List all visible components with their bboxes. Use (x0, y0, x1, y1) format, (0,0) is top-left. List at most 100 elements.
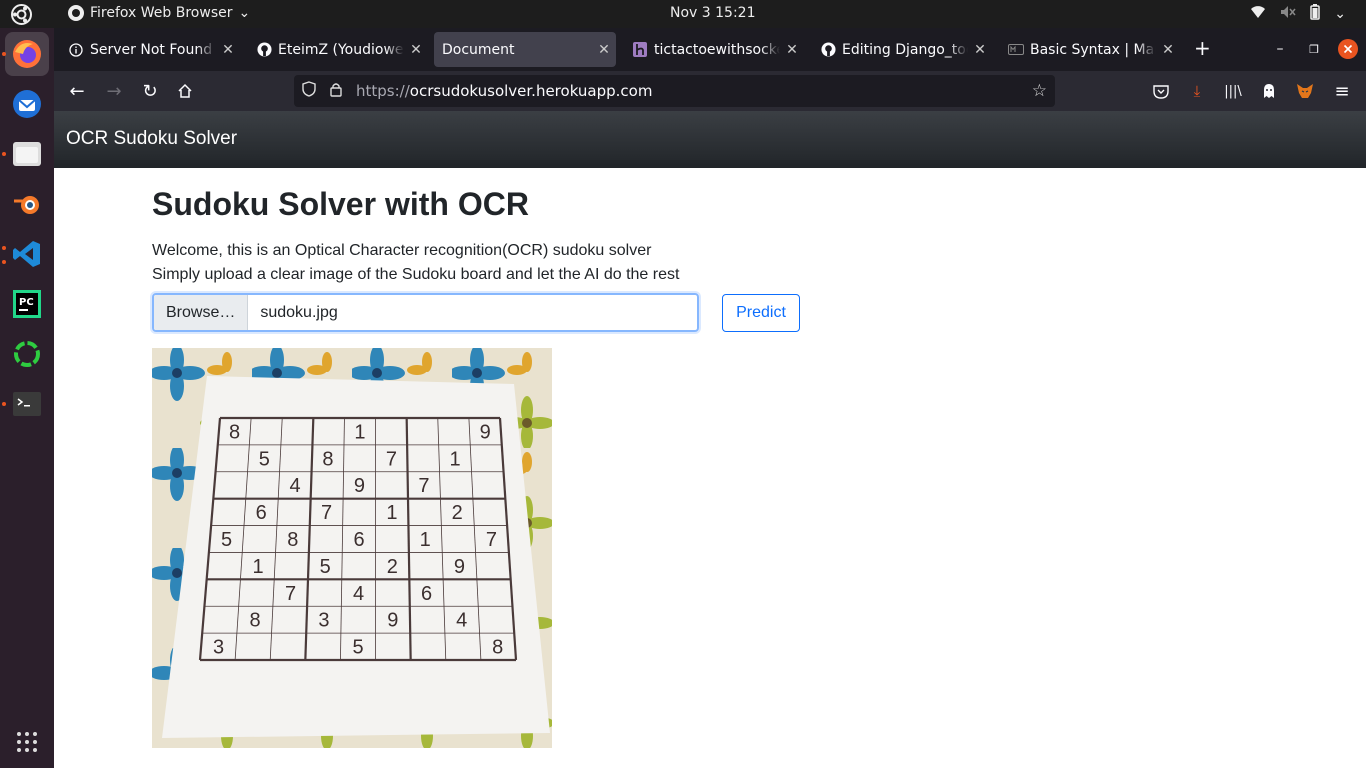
tab-github-profile[interactable]: EteimZ (Youdiowei Eteimorde) ✕ (246, 32, 428, 67)
clock[interactable]: Nov 3 15:21 (670, 5, 755, 21)
pocket-icon[interactable] (1150, 80, 1172, 102)
tab-markdown-syntax[interactable]: Basic Syntax | Markdown ✕ (998, 32, 1180, 67)
navigation-toolbar: ← → ↻ https://ocrsudokusolver.herokuapp.… (54, 71, 1366, 111)
back-arrow-icon[interactable]: ← (64, 79, 90, 103)
sudoku-digit: 4 (353, 583, 364, 605)
close-icon[interactable]: ✕ (1156, 42, 1180, 58)
minimize-icon[interactable]: – (1267, 36, 1293, 62)
close-icon[interactable]: ✕ (780, 42, 804, 58)
forward-arrow-icon[interactable]: → (101, 79, 127, 103)
dock-blender[interactable] (5, 182, 49, 226)
sudoku-digit: 6 (421, 583, 432, 605)
sudoku-digit: 2 (387, 556, 398, 578)
markdown-icon (1008, 42, 1024, 58)
close-icon[interactable]: ✕ (968, 42, 992, 58)
sudoku-digit: 7 (486, 529, 497, 551)
system-tray[interactable]: ⌄ (1250, 4, 1346, 24)
dock-firefox[interactable] (5, 32, 49, 76)
sudoku-digit: 8 (492, 637, 503, 659)
sudoku-digit: 9 (354, 475, 365, 497)
instruction-text: Simply upload a clear image of the Sudok… (152, 266, 680, 283)
lock-icon[interactable] (330, 82, 350, 101)
close-icon[interactable]: ✕ (404, 42, 428, 58)
sudoku-digit: 8 (287, 529, 298, 551)
active-app-name: Firefox Web Browser (90, 5, 233, 21)
terminal-icon (13, 392, 41, 416)
sudoku-digit: 4 (289, 475, 300, 497)
selected-file-name: sudoku.jpg (260, 303, 338, 321)
sudoku-digit: 3 (213, 637, 224, 659)
dock-vscode[interactable] (5, 232, 49, 276)
close-icon[interactable]: ✕ (592, 42, 616, 58)
new-tab-plus-icon[interactable]: + (1194, 38, 1211, 58)
library-icon[interactable]: |||\ (1222, 80, 1244, 102)
tab-label: EteimZ (Youdiowei Eteimorde) (278, 41, 404, 58)
running-indicator (2, 260, 6, 264)
sudoku-digit: 1 (449, 448, 460, 470)
tab-label: Editing Django_todo (842, 41, 968, 58)
info-icon (68, 42, 84, 58)
tab-label: tictactoewithsockets (654, 41, 780, 58)
home-icon[interactable] (172, 79, 198, 103)
uploaded-sudoku-image: 819587149767125861715297468394358 (152, 348, 552, 748)
show-applications-icon[interactable] (17, 732, 37, 752)
volume-muted-icon (1280, 5, 1296, 23)
navbar-brand[interactable]: OCR Sudoku Solver (66, 128, 237, 150)
sudoku-digit: 9 (454, 556, 465, 578)
hamburger-menu-icon[interactable]: ≡ (1331, 80, 1353, 102)
battery-icon (1310, 4, 1321, 24)
tab-tictactoe[interactable]: tictactoewithsockets ✕ (622, 32, 804, 67)
system-top-bar: Firefox Web Browser ⌄ Nov 3 15:21 ⌄ (0, 0, 1366, 28)
sudoku-digit: 5 (320, 556, 331, 578)
sudoku-digit: 8 (322, 448, 333, 470)
sudoku-digit: 6 (256, 502, 267, 524)
wifi-icon (1250, 5, 1266, 23)
extension-ghostery-icon[interactable] (1258, 80, 1280, 102)
sudoku-digit: 7 (285, 583, 296, 605)
shield-icon[interactable] (302, 81, 322, 101)
files-icon (13, 142, 41, 166)
blender-icon (14, 196, 39, 214)
tab-label: Document (442, 41, 515, 58)
sudoku-digit: 2 (452, 502, 463, 524)
running-indicator (2, 402, 6, 406)
page-title: Sudoku Solver with OCR (152, 186, 529, 222)
web-page: OCR Sudoku Solver Sudoku Solver with OCR… (54, 111, 1366, 768)
close-icon (1338, 39, 1358, 59)
bookmark-star-icon[interactable]: ☆ (1032, 81, 1047, 101)
dock-pycharm[interactable]: PC (5, 282, 49, 326)
restore-icon[interactable]: ❐ (1301, 36, 1327, 62)
sudoku-digit: 5 (259, 448, 270, 470)
browse-button[interactable]: Browse… (154, 295, 249, 330)
ubuntu-logo-icon[interactable] (11, 4, 32, 25)
metamask-fox-icon[interactable] (1294, 80, 1316, 102)
tab-server-not-found[interactable]: Server Not Found ✕ (58, 32, 240, 67)
sudoku-digit: 1 (386, 502, 397, 524)
sudoku-digit: 5 (221, 529, 232, 551)
sync-circle-icon (14, 341, 40, 367)
sudoku-digit: 8 (249, 610, 260, 632)
dock-terminal[interactable] (5, 382, 49, 426)
url-protocol: https:// (356, 82, 410, 100)
close-icon[interactable]: ✕ (216, 42, 240, 58)
running-indicator (2, 52, 6, 56)
active-app-menu[interactable]: Firefox Web Browser ⌄ (68, 5, 250, 21)
window-close-button[interactable] (1335, 36, 1361, 62)
url-bar[interactable]: https://ocrsudokusolver.herokuapp.com ☆ (294, 75, 1055, 107)
download-icon[interactable]: ⤓ (1186, 80, 1208, 102)
sudoku-digit: 5 (353, 637, 364, 659)
sudoku-digit: 9 (387, 610, 398, 632)
sudoku-digit: 3 (318, 610, 329, 632)
running-indicator (2, 152, 6, 156)
predict-button[interactable]: Predict (722, 294, 800, 332)
dock-thunderbird[interactable] (5, 82, 49, 126)
tab-document[interactable]: Document ✕ (434, 32, 616, 67)
tab-label: Server Not Found (90, 41, 213, 58)
tab-editing-django-todo[interactable]: Editing Django_todo ✕ (810, 32, 992, 67)
file-upload-input[interactable]: Browse… sudoku.jpg (152, 293, 699, 332)
reload-icon[interactable]: ↻ (137, 79, 163, 103)
github-icon (820, 42, 836, 58)
dock-files[interactable] (5, 132, 49, 176)
thunderbird-icon (13, 90, 41, 118)
dock-sync-app[interactable] (5, 332, 49, 376)
